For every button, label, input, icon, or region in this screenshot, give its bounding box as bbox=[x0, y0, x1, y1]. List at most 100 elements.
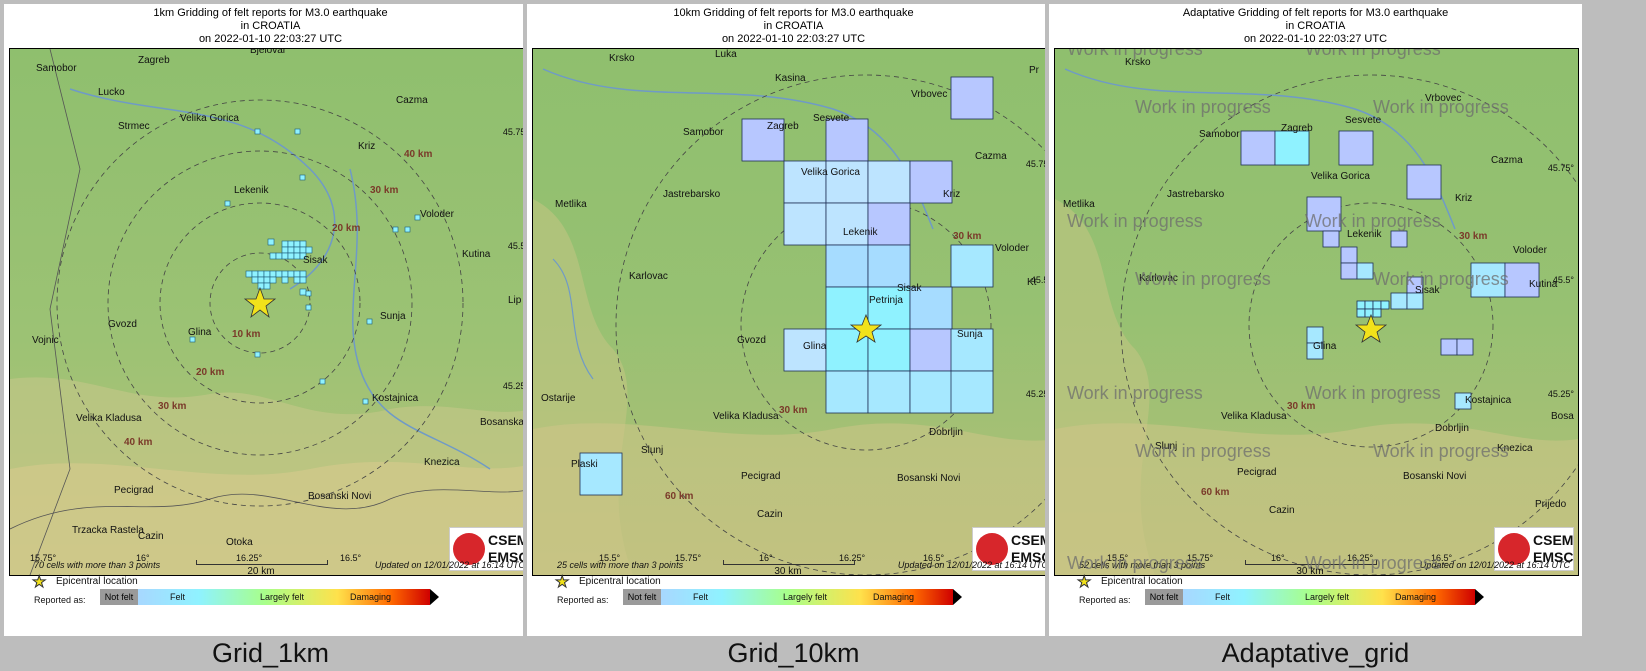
city-label: Strmec bbox=[118, 121, 150, 132]
cells-note: 70 cells with more than 3 points bbox=[34, 560, 161, 570]
scale-bar: 30 km bbox=[723, 558, 855, 578]
panel-grid-10km: 10km Gridding of felt reports for M3.0 e… bbox=[523, 0, 1064, 671]
city-label: Lip bbox=[508, 295, 522, 306]
city-label: Dobrljin bbox=[1435, 423, 1469, 434]
map-card: Adaptative Gridding of felt reports for … bbox=[1049, 4, 1582, 636]
city-label: Lekenik bbox=[843, 227, 878, 238]
city-label: Vojnic bbox=[32, 335, 59, 346]
city-label: Metlika bbox=[555, 199, 587, 210]
city-label: Cazma bbox=[1491, 155, 1523, 166]
colorbar-arrow bbox=[1475, 589, 1484, 605]
logo-text: CSEM bbox=[1533, 532, 1574, 548]
city-label: Samobor bbox=[36, 63, 77, 74]
reported-as-label: Reported as: bbox=[34, 595, 86, 605]
level-felt: Felt bbox=[170, 592, 186, 602]
watermark-text: Work in progress bbox=[1135, 441, 1271, 461]
city-label: Voloder bbox=[995, 243, 1029, 254]
panel-grid-1km: 1km Gridding of felt reports for M3.0 ea… bbox=[0, 0, 541, 671]
cells-note: 25 cells with more than 3 points bbox=[557, 560, 684, 570]
panel-label: Grid_10km bbox=[727, 638, 860, 668]
city-label: Samobor bbox=[683, 127, 724, 138]
map-title: 10km Gridding of felt reports for M3.0 e… bbox=[527, 7, 1060, 46]
scale-bar-line bbox=[196, 560, 328, 565]
city-label: Sunja bbox=[957, 329, 983, 340]
city-label: Zagreb bbox=[1281, 123, 1313, 134]
city-label: Kostajnica bbox=[372, 393, 419, 404]
title-line-3: on 2022-01-10 22:03:27 UTC bbox=[1243, 33, 1388, 45]
epicentral-label: Epicentral location bbox=[1101, 576, 1183, 587]
city-label: Jastrebarsko bbox=[663, 189, 721, 200]
map-background bbox=[10, 49, 533, 575]
level-largely-felt: Largely felt bbox=[783, 592, 828, 602]
map-card: 1km Gridding of felt reports for M3.0 ea… bbox=[4, 4, 537, 636]
city-label: Glina bbox=[1313, 341, 1337, 352]
level-felt: Felt bbox=[693, 592, 709, 602]
city-label: Pecigrad bbox=[741, 471, 781, 482]
city-label: Pr bbox=[1029, 65, 1039, 76]
title-line-1: 10km Gridding of felt reports for M3.0 e… bbox=[673, 7, 914, 19]
colorbar-arrow bbox=[430, 589, 439, 605]
title-line-1: 1km Gridding of felt reports for M3.0 ea… bbox=[153, 7, 388, 19]
map-title: Adaptative Gridding of felt reports for … bbox=[1049, 7, 1582, 46]
ring-label: 30 km bbox=[953, 231, 982, 242]
city-label: Pecigrad bbox=[114, 485, 154, 496]
ring-label: 30 km bbox=[370, 185, 399, 196]
city-label: Velika Kladusa bbox=[713, 411, 779, 422]
ring-label: 10 km bbox=[232, 329, 261, 340]
lat-label: 45.25° bbox=[1547, 389, 1574, 399]
ring-label: 60 km bbox=[1201, 487, 1230, 498]
city-label: Krsko bbox=[609, 53, 635, 64]
ring-label: 20 km bbox=[196, 367, 225, 378]
city-label: Lekenik bbox=[234, 185, 269, 196]
city-label: Glina bbox=[188, 327, 212, 338]
city-label: Sunja bbox=[380, 311, 406, 322]
lon-label: 16.5° bbox=[340, 553, 362, 563]
city-label: Jastrebarsko bbox=[1167, 189, 1225, 200]
map-canvas[interactable]: Samobor Zagreb Bjelovar Lucko Cazma Strm… bbox=[9, 48, 534, 576]
city-label: Ostarije bbox=[541, 393, 576, 404]
city-label: Gvozd bbox=[737, 335, 766, 346]
intensity-colorbar: Not felt Felt Largely felt Damaging bbox=[100, 589, 439, 605]
city-label: Petrinja bbox=[869, 295, 903, 306]
map-title: 1km Gridding of felt reports for M3.0 ea… bbox=[4, 7, 537, 46]
city-label: Knezica bbox=[424, 457, 460, 468]
map-canvas[interactable]: Krsko Luka Kasina Vrbovec Pr Zagreb Sesv… bbox=[532, 48, 1057, 576]
level-damaging: Damaging bbox=[1395, 592, 1437, 602]
city-label: Cazin bbox=[757, 509, 783, 520]
city-label: Cazin bbox=[1269, 505, 1295, 516]
city-label: Bjelovar bbox=[250, 48, 287, 56]
city-label: Otoka bbox=[226, 537, 253, 548]
intensity-colorbar: Not felt Felt Largely felt Damaging bbox=[1145, 589, 1484, 605]
reported-as-label: Reported as: bbox=[1079, 595, 1131, 605]
city-label: Samobor bbox=[1199, 129, 1240, 140]
city-label: Voloder bbox=[1513, 245, 1547, 256]
map-canvas[interactable]: Krsko Vrbovec Sesvete Zagreb Samobor Caz… bbox=[1054, 48, 1579, 576]
ring-label: 40 km bbox=[404, 149, 433, 160]
lat-label: 45.5° bbox=[1552, 275, 1574, 285]
scale-bar: 20 km bbox=[196, 558, 328, 578]
watermark-text: Work in progress bbox=[1305, 48, 1441, 59]
updated-note: Updated on 12/01/2022 at 16:14 UTC bbox=[897, 560, 1048, 570]
city-label: Metlika bbox=[1063, 199, 1095, 210]
ring-label: 30 km bbox=[1459, 231, 1488, 242]
city-label: Gvozd bbox=[108, 319, 137, 330]
city-label: Sisak bbox=[897, 283, 922, 294]
city-label: Kasina bbox=[775, 73, 806, 84]
watermark-text: Work in progress bbox=[1067, 48, 1203, 59]
lat-label: 45.75° bbox=[1547, 163, 1574, 173]
watermark-text: Work in progress bbox=[1067, 383, 1203, 403]
watermark-text: Work in progress bbox=[1305, 383, 1441, 403]
watermark-text: Work in progress bbox=[1373, 269, 1509, 289]
star-icon: ★ bbox=[554, 574, 570, 592]
city-label: Cazma bbox=[396, 95, 428, 106]
ring-label: 60 km bbox=[665, 491, 694, 502]
updated-note: Updated on 12/01/2022 at 16:14 UTC bbox=[1419, 560, 1570, 570]
city-label: Glina bbox=[803, 341, 827, 352]
city-label: Kriz bbox=[943, 189, 961, 200]
watermark-text: Work in progress bbox=[1305, 553, 1441, 573]
city-label: Pecigrad bbox=[1237, 467, 1277, 478]
city-label: Velika Kladusa bbox=[76, 413, 142, 424]
city-label: Velika Gorica bbox=[801, 167, 860, 178]
city-label: Prijedo bbox=[1535, 499, 1567, 510]
title-line-2: in CROATIA bbox=[763, 20, 824, 32]
